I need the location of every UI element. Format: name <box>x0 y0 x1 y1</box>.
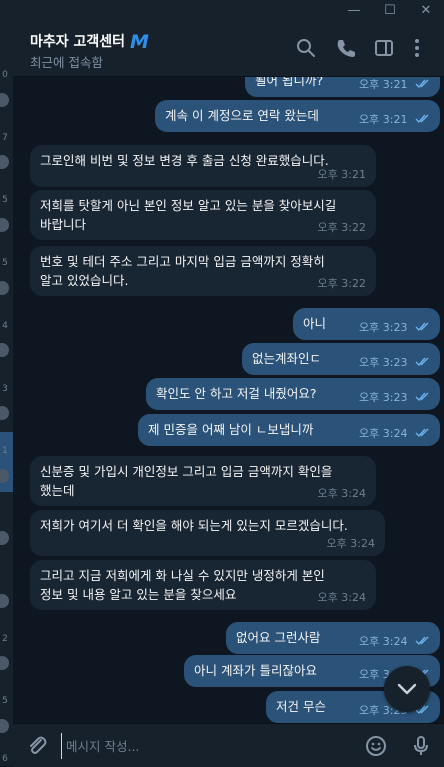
message-list[interactable]: 될어 됩니까? 오후 3:21 계속 이 계정으로 연락 왔는데 오후 3:21… <box>13 77 444 723</box>
chat-list-strip: 0 7 5 5 4 3 1 2 5 6 <box>0 0 14 766</box>
window-title-bar: — ☐ ✕ <box>13 0 444 22</box>
message-meta: 오후 3:24 <box>327 534 375 553</box>
chat-list-avatar[interactable] <box>0 406 9 420</box>
outgoing-message[interactable]: 될어 됩니까? 오후 3:21 <box>245 77 440 97</box>
active-chat-highlight <box>0 432 13 492</box>
message-meta: 오후 3:24 <box>359 632 430 651</box>
incoming-message[interactable]: 그로인해 비번 및 정보 변경 후 출금 신청 완료했습니다. 오후 3:21 <box>30 145 376 187</box>
close-window-button[interactable]: ✕ <box>408 0 444 22</box>
message-meta: 오후 3:21 <box>318 165 366 184</box>
chat-header: 마추자 고객센터 M 최근에 접속함 <box>13 22 444 77</box>
chat-list-avatar[interactable] <box>0 218 9 232</box>
incoming-message[interactable]: 저희를 탓할게 아닌 본인 정보 알고 있는 분을 찾아보시길 바랍니다 오후 … <box>30 190 376 240</box>
message-time: 오후 3:21 <box>359 113 408 126</box>
emoji-icon[interactable] <box>364 734 388 758</box>
message-meta: 오후 3:24 <box>359 424 430 443</box>
message-time: 오후 3:23 <box>359 356 408 369</box>
message-text: 저희가 여기서 더 확인을 해야 되는게 있는지 모르겠습니다. <box>40 518 348 533</box>
message-time: 오후 3:21 <box>359 78 408 91</box>
chat-last-seen-status: 최근에 접속함 <box>30 55 103 70</box>
chat-list-avatar[interactable] <box>0 594 9 608</box>
message-time: 오후 3:24 <box>317 487 366 500</box>
outgoing-message[interactable]: 확인도 안 하고 저걸 내줬어요? 오후 3:23 <box>146 378 440 410</box>
chat-list-counter: 5 <box>2 696 8 706</box>
message-meta: 오후 3:24 <box>318 588 366 607</box>
chat-list-avatar[interactable] <box>0 719 9 733</box>
incoming-message[interactable]: 그리고 지금 저희에게 화 나실 수 있지만 냉정하게 본인 정보 및 내용 알… <box>30 560 376 610</box>
message-meta: 오후 3:23 <box>359 353 430 372</box>
double-check-icon <box>415 357 429 367</box>
chat-list-avatar[interactable] <box>0 155 9 169</box>
chat-list-avatar[interactable] <box>0 281 9 295</box>
message-meta: 오후 3:23 <box>359 318 430 337</box>
chat-list-avatar[interactable] <box>0 343 9 357</box>
message-time: 오후 3:24 <box>317 591 366 604</box>
outgoing-message[interactable]: 제 민증을 어째 남이 ㄴ보냅니까 오후 3:24 <box>138 414 440 446</box>
chat-list-counter: 5 <box>2 258 8 268</box>
message-input[interactable] <box>61 733 358 759</box>
message-time: 오후 3:22 <box>317 221 366 234</box>
message-time: 오후 3:23 <box>359 321 408 334</box>
outgoing-message[interactable]: 계속 이 계정으로 연락 왔는데 오후 3:21 <box>155 100 440 132</box>
message-time: 오후 3:24 <box>326 537 375 550</box>
more-vertical-icon[interactable] <box>406 37 428 59</box>
message-meta: 오후 3:24 <box>318 484 366 503</box>
incoming-message[interactable]: 저희가 여기서 더 확인을 해야 되는게 있는지 모르겠습니다. 오후 3:24 <box>30 510 385 556</box>
incoming-message[interactable]: 번호 및 테더 주소 그리고 마지막 입금 금액까지 정확히 알고 있었습니다.… <box>30 246 376 296</box>
double-check-icon <box>415 322 429 332</box>
chat-title-text: 마추자 고객센터 <box>30 34 126 50</box>
chat-list-counter: 2 <box>2 634 8 644</box>
message-meta: 오후 3:22 <box>318 218 366 237</box>
double-check-icon <box>415 114 429 124</box>
sidebar-toggle-icon[interactable] <box>373 37 395 59</box>
message-time: 오후 3:24 <box>359 635 408 648</box>
chat-list-counter: 3 <box>2 384 8 394</box>
chat-list-counter: 7 <box>2 133 8 143</box>
chat-list-counter: 6 <box>2 754 8 764</box>
paperclip-icon[interactable] <box>25 734 49 758</box>
double-check-icon <box>415 79 429 89</box>
chat-list-avatar[interactable] <box>0 93 9 107</box>
message-meta: 오후 3:23 <box>359 388 430 407</box>
message-time: 오후 3:23 <box>359 391 408 404</box>
message-meta: 오후 3:21 <box>359 110 430 129</box>
microphone-icon[interactable] <box>409 734 433 758</box>
chat-list-counter: 1 <box>2 446 8 456</box>
chat-list-counter: 0 <box>2 70 8 80</box>
chevron-down-icon <box>397 683 417 695</box>
double-check-icon <box>415 636 429 646</box>
chat-list-avatar[interactable] <box>0 531 9 545</box>
outgoing-message[interactable]: 없어요 그런사람 오후 3:24 <box>226 622 440 654</box>
minimize-button[interactable]: — <box>336 0 372 22</box>
message-time: 오후 3:21 <box>317 168 366 181</box>
double-check-icon <box>415 392 429 402</box>
maximize-button[interactable]: ☐ <box>372 0 408 22</box>
phone-icon[interactable] <box>335 37 357 59</box>
chat-title[interactable]: 마추자 고객센터 M <box>30 31 149 53</box>
scroll-to-bottom-button[interactable] <box>384 666 430 712</box>
message-meta: 오후 3:22 <box>318 274 366 293</box>
double-check-icon <box>415 428 429 438</box>
chat-list-counter: 5 <box>2 195 8 205</box>
message-time: 오후 3:22 <box>317 277 366 290</box>
chat-title-badge: M <box>130 31 149 53</box>
chat-list-counter: 4 <box>2 321 8 331</box>
incoming-message[interactable]: 신분증 및 가입시 개인정보 그리고 입금 금액까지 확인을 했는데 오후 3:… <box>30 456 376 506</box>
outgoing-message[interactable]: 아니 오후 3:23 <box>293 308 440 340</box>
message-meta: 오후 3:21 <box>359 77 430 94</box>
chat-list-avatar[interactable] <box>0 656 9 670</box>
outgoing-message[interactable]: 없는계좌인ㄷ 오후 3:23 <box>242 343 440 375</box>
message-time: 오후 3:24 <box>359 427 408 440</box>
search-icon[interactable] <box>295 37 317 59</box>
message-composer <box>13 723 444 767</box>
